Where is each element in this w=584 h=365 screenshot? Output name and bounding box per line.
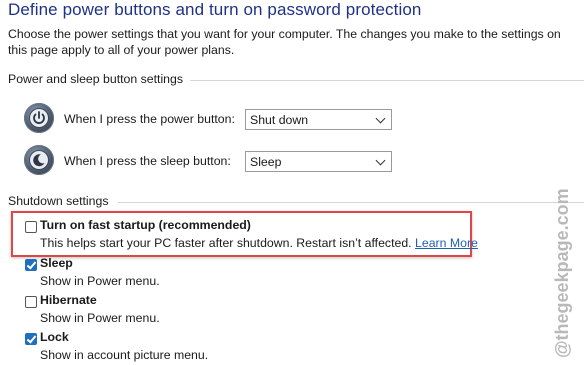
lock-option-label[interactable]: Lock: [40, 330, 69, 344]
power-icon: [24, 103, 54, 133]
power-button-select[interactable]: Shut down: [245, 109, 392, 130]
power-button-value: Shut down: [250, 113, 309, 127]
chevron-down-icon: [375, 113, 386, 124]
sleep-icon: [24, 145, 54, 175]
hibernate-checkbox[interactable]: [25, 296, 37, 308]
fast-startup-label[interactable]: Turn on fast startup (recommended): [40, 218, 251, 232]
lock-option-description: Show in account picture menu.: [40, 348, 209, 362]
sleep-button-value: Sleep: [250, 155, 282, 169]
watermark-text: @thegeekpage.com: [552, 188, 572, 358]
sleep-button-label: When I press the sleep button:: [64, 154, 231, 168]
section-divider: [118, 202, 584, 203]
hibernate-option-description: Show in Power menu.: [40, 311, 160, 325]
power-section-heading: Power and sleep button settings: [8, 72, 184, 86]
lock-checkbox[interactable]: [25, 333, 37, 345]
page-title: Define power buttons and turn on passwor…: [8, 0, 422, 19]
section-divider: [190, 80, 584, 81]
chevron-down-icon: [375, 155, 386, 166]
learn-more-link[interactable]: Learn More: [415, 236, 478, 250]
page-description: Choose the power settings that you want …: [8, 27, 561, 57]
sleep-option-label[interactable]: Sleep: [40, 256, 73, 270]
sleep-option-description: Show in Power menu.: [40, 274, 160, 288]
power-button-label: When I press the power button:: [64, 112, 235, 126]
sleep-button-select[interactable]: Sleep: [245, 151, 392, 172]
shutdown-section-heading: Shutdown settings: [8, 194, 109, 208]
sleep-checkbox[interactable]: [25, 259, 37, 271]
fast-startup-description: This helps start your PC faster after sh…: [40, 236, 478, 250]
hibernate-option-label[interactable]: Hibernate: [40, 293, 97, 307]
fast-startup-checkbox[interactable]: [25, 221, 37, 233]
